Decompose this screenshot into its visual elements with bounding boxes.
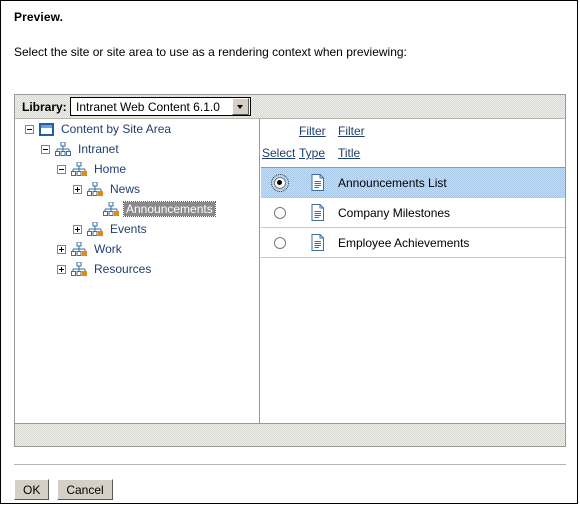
- select-cell[interactable]: [261, 236, 298, 249]
- tree-item-announcements[interactable]: Announcements: [15, 199, 259, 219]
- site-area-icon: [87, 221, 103, 237]
- page-title: Preview.: [14, 10, 64, 24]
- document-icon: [311, 174, 325, 191]
- divider: [14, 464, 566, 465]
- tree-item-label: Home: [94, 162, 127, 176]
- tree-item-label: Intranet: [78, 142, 119, 156]
- tree-item-home[interactable]: Home: [15, 159, 259, 179]
- type-cell: [298, 204, 337, 221]
- library-window-icon: [39, 122, 54, 136]
- instruction-text: Select the site or site area to use as a…: [14, 45, 407, 59]
- site-hierarchy-icon: [55, 141, 71, 157]
- library-select-value: Intranet Web Content 6.1.0: [76, 99, 220, 114]
- tree-item-events[interactable]: Events: [15, 219, 259, 239]
- tree-item-intranet[interactable]: Intranet: [15, 139, 259, 159]
- document-icon: [311, 204, 325, 221]
- list-header: Filter Filter Select Type Title: [261, 119, 565, 168]
- expand-icon[interactable]: [57, 244, 66, 254]
- tree-item-work[interactable]: Work: [15, 239, 259, 259]
- tree-item-label: Resources: [94, 262, 152, 276]
- site-area-icon: [103, 201, 119, 217]
- tree-item-content-by-site-area[interactable]: Content by Site Area: [15, 119, 259, 139]
- type-cell: [298, 174, 337, 191]
- tree-item-label: Events: [110, 222, 147, 236]
- site-area-icon: [71, 161, 87, 177]
- tree-item-label: Work: [94, 242, 122, 256]
- column-header-title[interactable]: Title: [338, 146, 360, 160]
- library-select[interactable]: Intranet Web Content 6.1.0: [70, 97, 251, 116]
- table-row[interactable]: Employee Achievements: [261, 228, 565, 258]
- tree-item-label: Content by Site Area: [61, 122, 172, 136]
- expand-icon[interactable]: [73, 224, 82, 234]
- filter-title-link-text[interactable]: Filter: [338, 124, 365, 138]
- site-area-icon: [71, 241, 87, 257]
- row-radio-button[interactable]: [273, 236, 286, 249]
- library-toolbar: Library: Intranet Web Content 6.1.0: [15, 95, 565, 119]
- ok-button[interactable]: OK: [14, 479, 50, 500]
- row-radio-button[interactable]: [273, 206, 286, 219]
- dialog-button-bar: OK Cancel: [14, 479, 113, 500]
- select-cell[interactable]: [261, 206, 298, 219]
- tree-item-news[interactable]: News: [15, 179, 259, 199]
- row-radio-button[interactable]: [270, 173, 289, 192]
- column-header-select[interactable]: Select: [262, 146, 295, 160]
- row-title: Employee Achievements: [338, 235, 470, 250]
- filter-title-link[interactable]: Filter: [338, 124, 365, 138]
- site-area-tree[interactable]: Content by Site Area Intranet Home News Anno…: [15, 119, 260, 424]
- row-title: Company Milestones: [338, 205, 451, 220]
- cancel-button[interactable]: Cancel: [57, 479, 113, 500]
- selection-panel: Library: Intranet Web Content 6.1.0 Cont…: [14, 94, 566, 447]
- chevron-down-icon[interactable]: [232, 98, 249, 115]
- tree-item-resources[interactable]: Resources: [15, 259, 259, 279]
- collapse-icon[interactable]: [41, 144, 50, 154]
- content-list: Filter Filter Select Type Title Announce…: [261, 119, 565, 424]
- row-title: Announcements List: [338, 175, 447, 190]
- collapse-icon[interactable]: [25, 124, 34, 134]
- expand-icon[interactable]: [73, 184, 82, 194]
- tree-item-label: Announcements: [123, 201, 216, 217]
- site-area-icon: [87, 181, 103, 197]
- expand-icon[interactable]: [57, 264, 66, 274]
- preview-dialog: Preview. Select the site or site area to…: [0, 0, 578, 504]
- select-cell[interactable]: [261, 173, 298, 192]
- filter-type-link[interactable]: Filter: [299, 124, 326, 138]
- filter-type-link-text[interactable]: Filter: [299, 124, 326, 138]
- type-cell: [298, 234, 337, 251]
- library-label: Library:: [22, 100, 67, 114]
- panel-footer: [15, 423, 565, 446]
- tree-item-label: News: [110, 182, 141, 196]
- collapse-icon[interactable]: [57, 164, 66, 174]
- table-row[interactable]: Company Milestones: [261, 198, 565, 228]
- document-icon: [311, 234, 325, 251]
- site-area-icon: [71, 261, 87, 277]
- table-row[interactable]: Announcements List: [261, 168, 565, 198]
- column-header-type[interactable]: Type: [299, 146, 325, 160]
